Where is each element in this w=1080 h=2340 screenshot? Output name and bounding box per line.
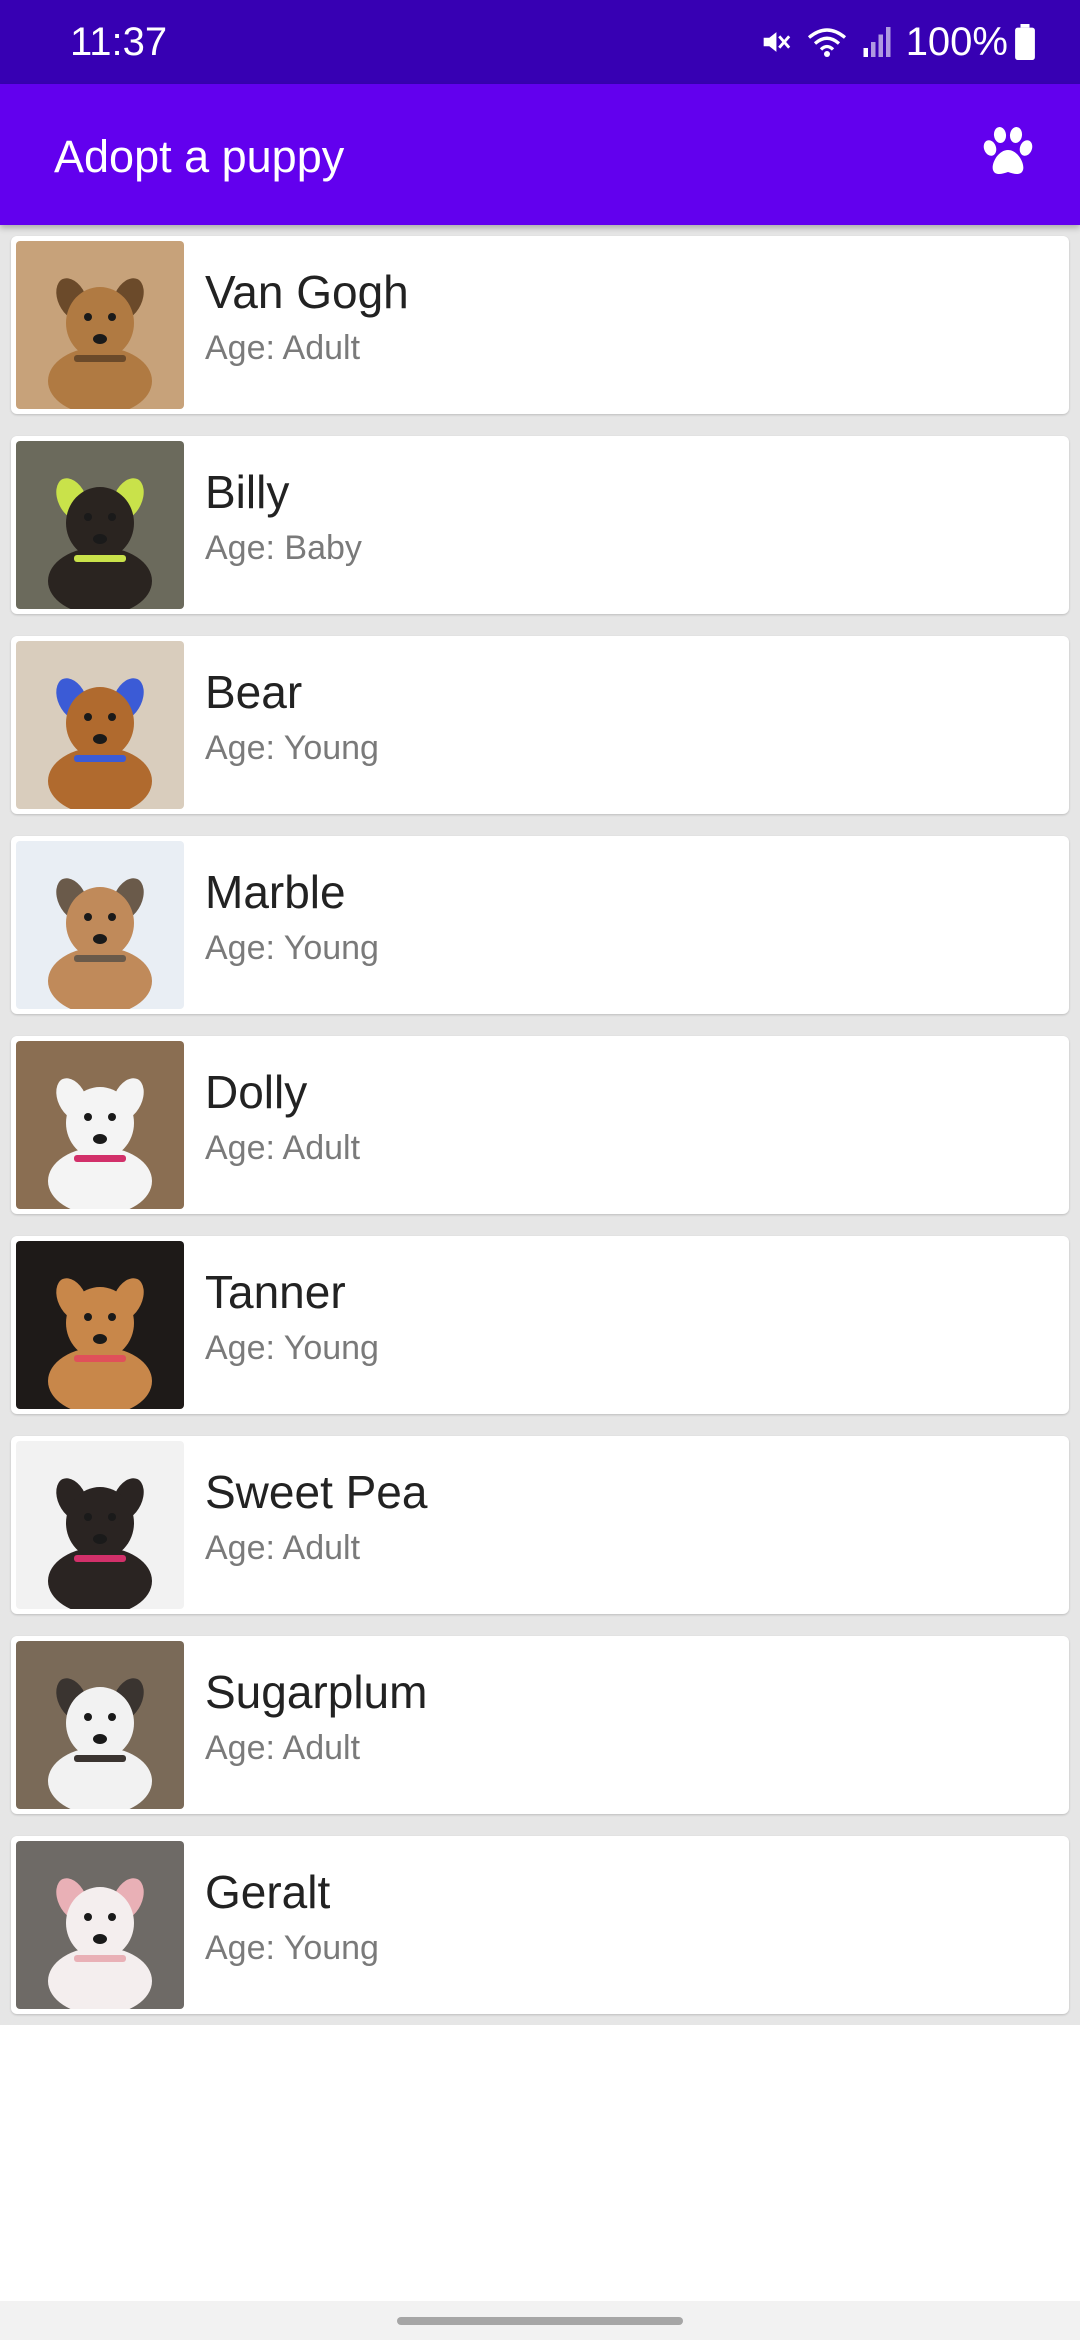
puppy-card[interactable]: Billy Age: Baby: [11, 436, 1069, 614]
puppy-list-container: Van Gogh Age: Adult Billy Age: Baby Bear Age:…: [0, 225, 1080, 2025]
puppy-age: Age: Adult: [205, 1529, 361, 1567]
page-title: Adopt a puppy: [54, 131, 345, 182]
battery-percentage: 100%: [905, 20, 1008, 64]
puppy-card[interactable]: Sugarplum Age: Adult: [11, 1636, 1069, 1814]
puppy-card[interactable]: Geralt Age: Young: [11, 1836, 1069, 2014]
app-bar: Adopt a puppy: [0, 84, 1080, 225]
puppy-age: Age: Baby: [205, 529, 362, 567]
puppy-age: Age: Young: [205, 1329, 379, 1367]
puppy-name: Van Gogh: [205, 266, 409, 318]
puppy-photo: [16, 1841, 184, 2009]
puppy-age: Age: Young: [205, 1929, 379, 1967]
puppy-photo: [16, 1641, 184, 1809]
puppy-name: Bear: [205, 666, 303, 718]
signal-icon: [862, 25, 892, 59]
status-time: 11:37: [70, 20, 168, 64]
wifi-icon: [806, 25, 848, 59]
puppy-photo: [16, 641, 184, 809]
empty-space: [0, 2025, 1080, 2301]
puppy-card[interactable]: Sweet Pea Age: Adult: [11, 1436, 1069, 1614]
puppy-name: Tanner: [205, 1266, 346, 1318]
puppy-photo: [16, 441, 184, 609]
puppy-card[interactable]: Tanner Age: Young: [11, 1236, 1069, 1414]
navigation-bar: [0, 2301, 1080, 2340]
puppy-name: Billy: [205, 466, 290, 518]
puppy-age: Age: Adult: [205, 1129, 361, 1167]
puppy-age: Age: Young: [205, 929, 379, 967]
puppy-card[interactable]: Van Gogh Age: Adult: [11, 236, 1069, 414]
paw-icon: [980, 126, 1036, 183]
puppy-name: Dolly: [205, 1066, 308, 1118]
puppy-age: Age: Adult: [205, 1729, 361, 1767]
status-icons: 100%: [758, 18, 1036, 66]
battery-icon: [1014, 24, 1036, 60]
puppy-card[interactable]: Dolly Age: Adult: [11, 1036, 1069, 1214]
puppy-photo: [16, 1241, 184, 1409]
puppy-name: Geralt: [205, 1866, 331, 1918]
puppy-age: Age: Young: [205, 729, 379, 767]
puppy-list: Van Gogh Age: Adult Billy Age: Baby Bear Age:…: [0, 225, 1080, 2036]
status-bar: 11:37 100%: [0, 0, 1080, 84]
puppy-name: Marble: [205, 866, 346, 918]
puppy-age: Age: Adult: [205, 329, 361, 367]
puppy-name: Sugarplum: [205, 1666, 428, 1718]
mute-icon: [758, 25, 792, 59]
home-gesture-handle[interactable]: [397, 2317, 683, 2325]
paw-button[interactable]: [978, 124, 1038, 184]
puppy-photo: [16, 1441, 184, 1609]
puppy-photo: [16, 841, 184, 1009]
puppy-name: Sweet Pea: [205, 1466, 428, 1518]
puppy-card[interactable]: Bear Age: Young: [11, 636, 1069, 814]
puppy-photo: [16, 241, 184, 409]
puppy-photo: [16, 1041, 184, 1209]
puppy-card[interactable]: Marble Age: Young: [11, 836, 1069, 1014]
